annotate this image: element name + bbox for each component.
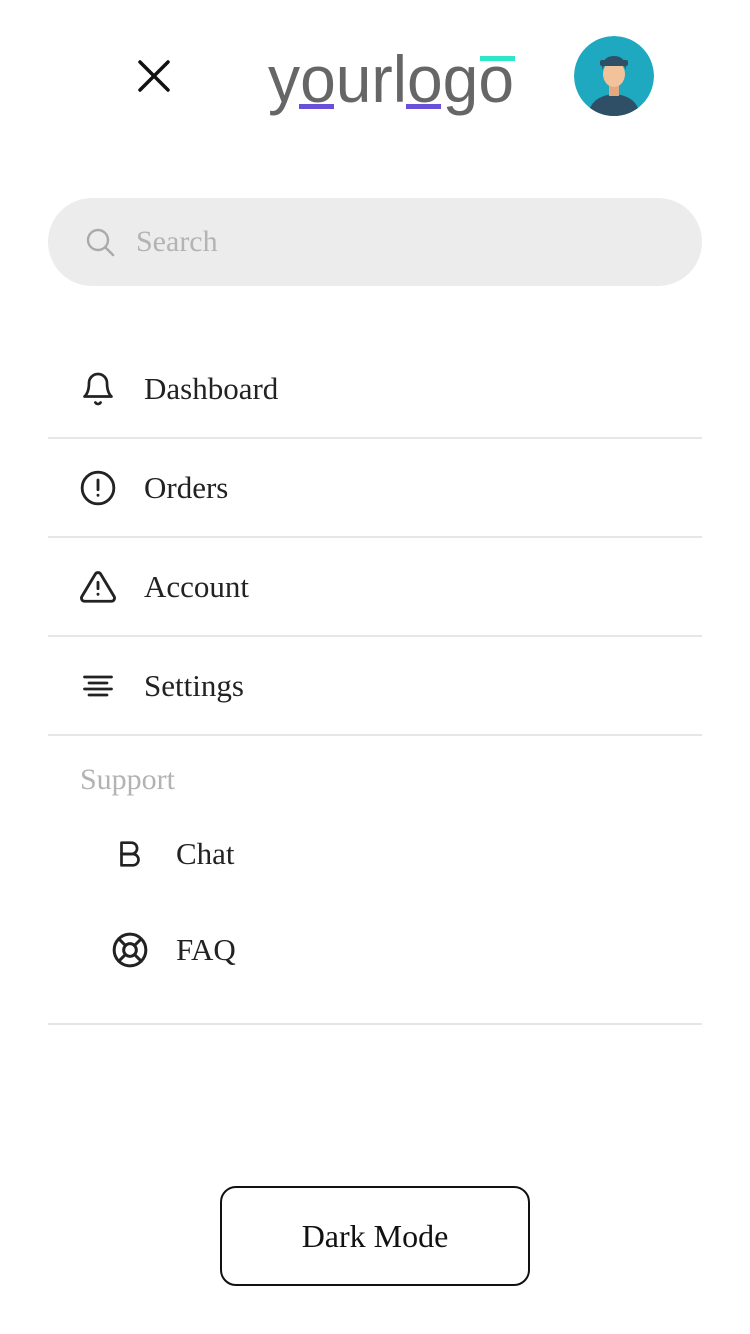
alert-triangle-icon — [78, 567, 118, 607]
brand-logo[interactable]: yourlogo — [266, 42, 522, 124]
nav-item-label: Orders — [144, 469, 229, 505]
search-bar — [48, 198, 702, 286]
logo-accent-bar — [299, 104, 334, 109]
support-item-label: FAQ — [176, 932, 236, 967]
nav-item-settings[interactable]: Settings — [48, 637, 702, 736]
search-icon — [84, 226, 116, 258]
support-item-label: Chat — [176, 836, 235, 871]
nav-item-label: Dashboard — [144, 370, 279, 406]
bell-icon — [78, 369, 118, 409]
alert-circle-icon — [78, 468, 118, 508]
search-input[interactable] — [134, 224, 658, 260]
nav-item-label: Account — [144, 568, 250, 604]
avatar[interactable] — [574, 36, 654, 116]
align-center-icon — [78, 666, 118, 706]
close-button[interactable] — [124, 46, 184, 106]
nav-item-orders[interactable]: Orders — [48, 439, 702, 538]
logo-accent-bar — [480, 56, 515, 61]
support-section: Support Chat FAQ — [48, 735, 702, 1025]
support-heading: Support — [80, 763, 176, 796]
nav-item-account[interactable]: Account — [48, 538, 702, 637]
logo-accent-bar — [406, 104, 441, 109]
nav-item-label: Settings — [144, 667, 244, 703]
close-icon — [138, 60, 170, 92]
nav-item-dashboard[interactable]: Dashboard — [48, 340, 702, 439]
support-item-chat[interactable]: Chat — [110, 824, 670, 884]
user-avatar-icon — [574, 36, 654, 116]
support-item-faq[interactable]: FAQ — [110, 920, 670, 980]
bold-icon — [110, 834, 150, 874]
life-buoy-icon — [110, 930, 150, 970]
top-bar: yourlogo — [0, 0, 750, 150]
dark-mode-button[interactable]: Dark Mode — [220, 1186, 530, 1286]
main-nav: Dashboard Orders Account Settings — [48, 340, 702, 736]
